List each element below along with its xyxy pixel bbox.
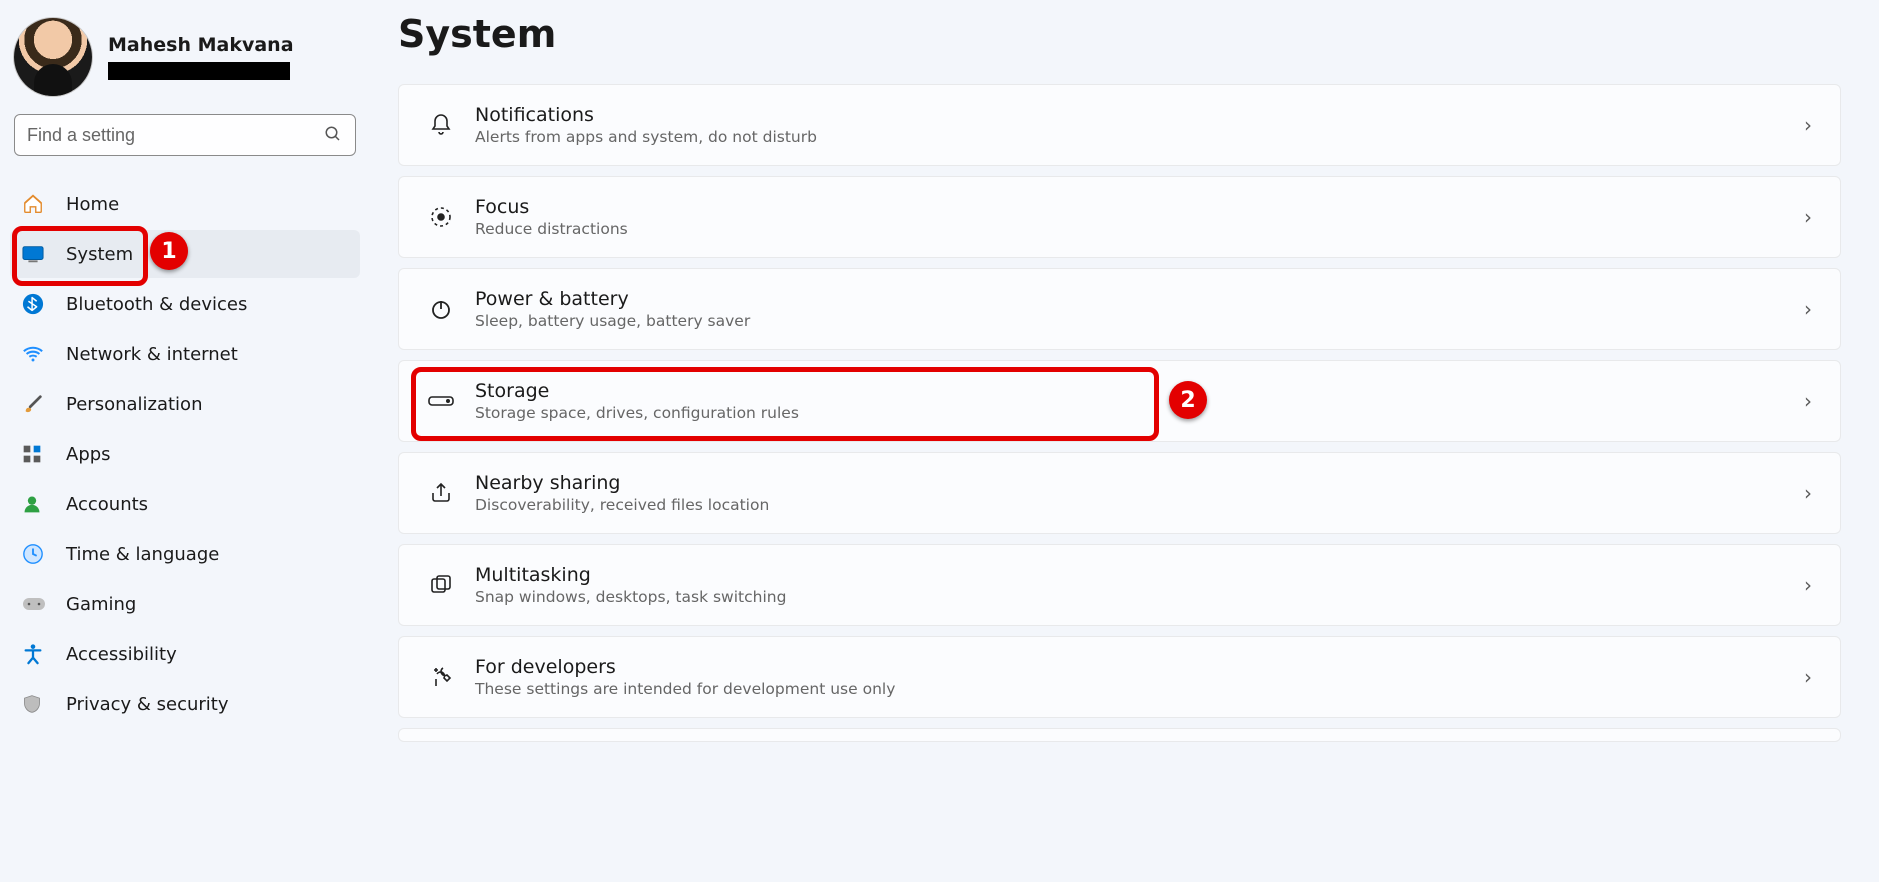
sidebar-item-label: Personalization xyxy=(66,394,202,415)
sidebar-item-time-language[interactable]: Time & language xyxy=(10,530,360,578)
sidebar-item-accessibility[interactable]: Accessibility xyxy=(10,630,360,678)
system-icon xyxy=(22,245,46,263)
sidebar-item-accounts[interactable]: Accounts xyxy=(10,480,360,528)
sidebar: Mahesh Makvana Home System 1 xyxy=(0,0,370,882)
sidebar-nav: Home System 1 Bluetooth & devices Networ… xyxy=(10,174,360,730)
card-title: Storage xyxy=(475,380,1804,402)
card-for-developers[interactable]: For developers These settings are intend… xyxy=(398,636,1841,718)
chevron-right-icon: › xyxy=(1804,389,1812,413)
clock-globe-icon xyxy=(22,543,46,565)
home-icon xyxy=(22,193,46,215)
chevron-right-icon: › xyxy=(1804,665,1812,689)
sidebar-item-gaming[interactable]: Gaming xyxy=(10,580,360,628)
avatar xyxy=(14,18,92,96)
share-icon xyxy=(421,481,461,505)
page-title: System xyxy=(398,12,1841,56)
sidebar-item-label: System xyxy=(66,244,133,265)
annotation-badge-1: 1 xyxy=(150,232,188,270)
card-desc: Storage space, drives, configuration rul… xyxy=(475,404,1804,422)
sidebar-item-bluetooth[interactable]: Bluetooth & devices xyxy=(10,280,360,328)
card-desc: Alerts from apps and system, do not dist… xyxy=(475,128,1804,146)
sidebar-item-system[interactable]: System 1 xyxy=(10,230,360,278)
card-focus[interactable]: Focus Reduce distractions › xyxy=(398,176,1841,258)
search-input[interactable] xyxy=(14,114,356,156)
card-title: Notifications xyxy=(475,104,1804,126)
card-desc: Discoverability, received files location xyxy=(475,496,1804,514)
wifi-icon xyxy=(22,343,46,365)
accessibility-icon xyxy=(22,643,46,665)
apps-icon xyxy=(22,444,46,464)
sidebar-item-label: Home xyxy=(66,194,119,215)
sidebar-item-label: Privacy & security xyxy=(66,694,229,715)
card-title: Multitasking xyxy=(475,564,1804,586)
sidebar-item-label: Network & internet xyxy=(66,344,238,365)
sidebar-item-privacy[interactable]: Privacy & security xyxy=(10,680,360,728)
card-desc: Snap windows, desktops, task switching xyxy=(475,588,1804,606)
chevron-right-icon: › xyxy=(1804,573,1812,597)
card-desc: These settings are intended for developm… xyxy=(475,680,1804,698)
sidebar-item-label: Time & language xyxy=(66,544,219,565)
annotation-badge-2: 2 xyxy=(1169,381,1207,419)
sidebar-item-network[interactable]: Network & internet xyxy=(10,330,360,378)
profile-email-redacted xyxy=(108,62,290,80)
card-partial[interactable] xyxy=(398,728,1841,742)
card-notifications[interactable]: Notifications Alerts from apps and syste… xyxy=(398,84,1841,166)
tools-icon xyxy=(421,665,461,689)
shield-icon xyxy=(22,693,46,715)
card-multitasking[interactable]: Multitasking Snap windows, desktops, tas… xyxy=(398,544,1841,626)
person-icon xyxy=(22,493,46,515)
sidebar-item-apps[interactable]: Apps xyxy=(10,430,360,478)
search-wrap xyxy=(10,114,360,174)
profile-text: Mahesh Makvana xyxy=(108,34,294,80)
sidebar-item-home[interactable]: Home xyxy=(10,180,360,228)
profile-block[interactable]: Mahesh Makvana xyxy=(10,18,360,114)
card-title: Focus xyxy=(475,196,1804,218)
sidebar-item-label: Gaming xyxy=(66,594,136,615)
sidebar-item-personalization[interactable]: Personalization xyxy=(10,380,360,428)
windows-icon xyxy=(421,573,461,597)
card-storage[interactable]: Storage Storage space, drives, configura… xyxy=(398,360,1841,442)
focus-icon xyxy=(421,205,461,229)
card-desc: Reduce distractions xyxy=(475,220,1804,238)
search-icon xyxy=(324,125,342,143)
sidebar-item-label: Accessibility xyxy=(66,644,177,665)
card-title: Power & battery xyxy=(475,288,1804,310)
bell-icon xyxy=(421,113,461,137)
sidebar-item-label: Accounts xyxy=(66,494,148,515)
chevron-right-icon: › xyxy=(1804,113,1812,137)
card-power-battery[interactable]: Power & battery Sleep, battery usage, ba… xyxy=(398,268,1841,350)
card-nearby-sharing[interactable]: Nearby sharing Discoverability, received… xyxy=(398,452,1841,534)
main-content: System Notifications Alerts from apps an… xyxy=(370,0,1879,882)
bluetooth-icon xyxy=(22,293,46,315)
sidebar-item-label: Bluetooth & devices xyxy=(66,294,247,315)
brush-icon xyxy=(22,393,46,415)
chevron-right-icon: › xyxy=(1804,297,1812,321)
sidebar-item-label: Apps xyxy=(66,444,111,465)
card-title: For developers xyxy=(475,656,1804,678)
gamepad-icon xyxy=(22,595,46,613)
card-desc: Sleep, battery usage, battery saver xyxy=(475,312,1804,330)
drive-icon xyxy=(421,393,461,409)
profile-name: Mahesh Makvana xyxy=(108,34,294,56)
power-icon xyxy=(421,297,461,321)
chevron-right-icon: › xyxy=(1804,205,1812,229)
chevron-right-icon: › xyxy=(1804,481,1812,505)
card-title: Nearby sharing xyxy=(475,472,1804,494)
